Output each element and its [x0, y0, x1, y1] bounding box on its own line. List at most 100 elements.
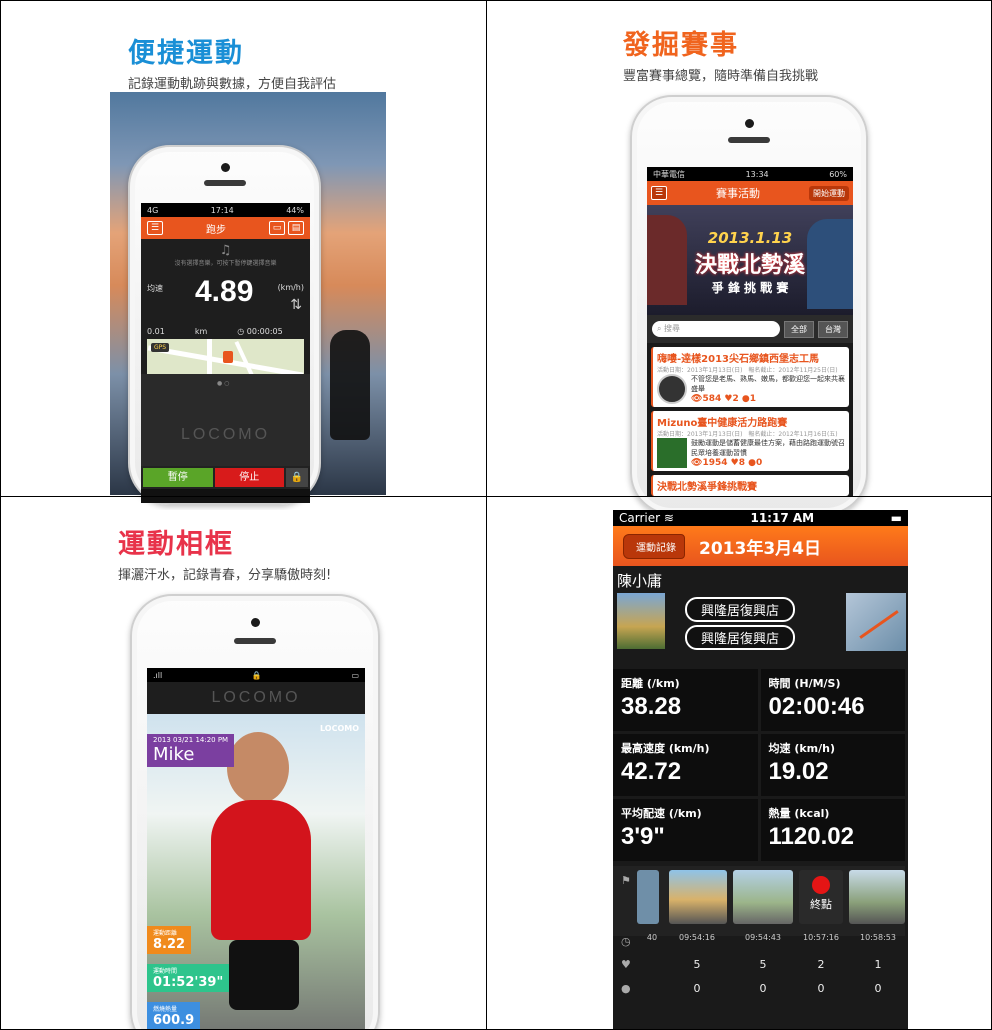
- status-time: 13:34: [745, 169, 769, 179]
- runner-silhouette: [330, 330, 370, 440]
- photo-datetime: 2013 03/21 14:20 PM: [153, 736, 229, 744]
- like-count: 2: [817, 958, 825, 971]
- stat-value: 1120.02: [768, 823, 854, 850]
- photo-frame[interactable]: LOCOMO 2013 03/21 14:20 PM Mike 運動距離 8.2…: [147, 714, 365, 1030]
- location-end: 興隆居復興店: [685, 625, 796, 650]
- calories-tag: 燃燒熱量 600.9: [147, 1002, 201, 1030]
- map-toggle-icon[interactable]: ▤: [288, 221, 304, 235]
- event-title: 嗨嘍-逹樣2013尖石鄉鎮西堡志工馬: [657, 354, 819, 365]
- menu-icon[interactable]: ☰: [651, 186, 667, 200]
- event-likes: 8: [738, 458, 745, 468]
- swap-icon[interactable]: ⇅: [290, 297, 302, 313]
- timeline-photo[interactable]: [637, 870, 659, 924]
- share-icon[interactable]: ▭: [269, 221, 285, 235]
- event-item[interactable]: 嗨嘍-逹樣2013尖石鄉鎮西堡志工馬 活動日期：2013年1月13日(日) 報名…: [651, 347, 849, 407]
- menu-icon[interactable]: ☰: [147, 221, 163, 235]
- wifi-icon: ≋: [663, 511, 674, 525]
- eye-icon: 👁: [691, 394, 703, 404]
- timeline-times: ◷ 40 09:54:16 09:54:43 10:57:16 10:58:53: [613, 933, 905, 955]
- event-description: 鼓勵運動是儲蓄健康最佳方案，藉由路跑運動號召民眾培養運動習慣: [691, 439, 845, 457]
- status-battery: 60%: [829, 169, 847, 179]
- record-photo[interactable]: [617, 593, 665, 649]
- battery-icon: ▬: [890, 511, 902, 525]
- stop-button[interactable]: 停止: [214, 468, 284, 487]
- filter-taiwan[interactable]: 台灣: [818, 320, 848, 338]
- like-count: 5: [693, 958, 701, 971]
- speaker-grille: [728, 137, 770, 143]
- search-icon: ⌕: [657, 324, 665, 333]
- endpoint-marker[interactable]: 終點: [799, 870, 843, 924]
- event-item[interactable]: 決戰北勢溪爭鋒挑戰賽: [651, 475, 849, 496]
- panel-events-subtitle: 豐富賽事總覽，隨時準備自我挑戰: [623, 69, 819, 84]
- speed-label: 均速: [147, 284, 163, 293]
- photo-timeline[interactable]: ⚑ 終點: [613, 866, 905, 936]
- stat-label: 距離 (/km): [621, 677, 680, 690]
- event-views: 1954: [702, 458, 728, 468]
- music-note-icon[interactable]: ♫: [141, 239, 310, 258]
- stat-label: 平均配速 (/km): [621, 807, 702, 820]
- user-tag: 2013 03/21 14:20 PM Mike: [147, 734, 235, 767]
- back-button[interactable]: 運動記錄: [623, 533, 685, 559]
- timeline-time: 40: [646, 933, 658, 942]
- camera-icon: [220, 163, 230, 172]
- event-banner[interactable]: 2013.1.13 決戰北勢溪 爭 鋒 挑 戰 賽: [647, 205, 853, 315]
- gps-badge: GPS: [151, 343, 170, 352]
- phone-run: 4G 17:14 44% ☰ 跑步 ▭ ▤ ♫ 沒有選擇音樂，可按下暫停鍵選擇音…: [128, 145, 321, 505]
- comment-icon: ●: [741, 394, 750, 404]
- music-hint: 沒有選擇音樂，可按下暫停鍵選擇音樂: [174, 260, 277, 267]
- stat-value: 38.28: [621, 693, 682, 720]
- eye-icon: 👁: [691, 458, 703, 468]
- panel-events-title: 發掘賽事: [623, 30, 739, 61]
- user-name: Mike: [153, 744, 195, 765]
- flag-icon: ⚑: [621, 874, 631, 887]
- panel-frame-subtitle: 揮灑汗水，記錄青春，分享驕傲時刻!: [118, 568, 332, 583]
- speed-value: 4.89: [195, 275, 254, 308]
- stat-calories: 熱量 (kcal) 1120.02: [760, 799, 905, 861]
- distance-label: 運動距離: [153, 930, 178, 937]
- search-placeholder: 搜尋: [664, 324, 681, 333]
- runner-head: [227, 732, 289, 804]
- run-header-title: 跑步: [206, 224, 226, 236]
- location-pill[interactable]: 興隆居復興店: [685, 597, 796, 622]
- runner-shirt: [211, 800, 311, 940]
- timeline-time: 09:54:16: [679, 933, 715, 942]
- camera-icon: [251, 618, 260, 627]
- status-bar: Carrier ≋ 11:17 AM ▬: [613, 510, 908, 526]
- run-stats: ♫ 沒有選擇音樂，可按下暫停鍵選擇音樂 均速 4.89 (km/h) ⇅ 0.0…: [141, 239, 310, 399]
- timeline-photo[interactable]: [849, 870, 905, 924]
- status-bar: 4G 17:14 44%: [141, 203, 310, 217]
- heart-icon: ♥: [730, 458, 739, 468]
- comment-count: 0: [874, 982, 882, 995]
- event-logo: [657, 374, 687, 404]
- endpoint-label: 終點: [810, 898, 832, 911]
- run-controls: 暫停 停止 🔒: [141, 466, 310, 489]
- frame-screen: .ıll 🔒 ▭ LOCOMO LOCOMO 2013 03/21 14:20 PM…: [147, 668, 365, 1030]
- stat-value: 02:00:46: [768, 693, 865, 720]
- status-carrier: 4G: [147, 205, 159, 215]
- route-map-thumbnail[interactable]: [846, 593, 906, 651]
- events-header: ☰ 賽事活動 開始運動: [647, 181, 853, 205]
- stat-time: 時間 (H/M/S) 02:00:46: [760, 669, 905, 731]
- pause-button[interactable]: 暫停: [143, 468, 213, 487]
- event-item[interactable]: Mizuno臺中健康活力路跑賽 活動日期：2013年1月13日(日) 報名截止：…: [651, 411, 849, 471]
- timeline-photo[interactable]: [669, 870, 727, 924]
- calories-value: 600.9: [153, 1013, 195, 1028]
- status-carrier: Carrier: [619, 511, 661, 525]
- start-exercise-button[interactable]: 開始運動: [809, 185, 849, 201]
- nav-bar: 運動記錄 2013年3月4日: [613, 526, 908, 566]
- timeline-comments: ● 0 0 0 0: [613, 982, 905, 1004]
- phone-frame: .ıll 🔒 ▭ LOCOMO LOCOMO 2013 03/21 14:20 PM…: [130, 594, 380, 1030]
- search-input[interactable]: ⌕ 搜尋: [652, 321, 780, 337]
- search-bar: ⌕ 搜尋 全部 台灣: [647, 315, 853, 343]
- calories-label: 燃燒熱量: [153, 1006, 178, 1013]
- filter-all[interactable]: 全部: [784, 320, 814, 338]
- status-time: 17:14: [210, 205, 234, 215]
- timeline-photo[interactable]: [733, 870, 793, 924]
- status-time: 11:17 AM: [750, 511, 815, 525]
- panel-events-header: 發掘賽事 豐富賽事總覽，隨時準備自我挑戰: [623, 23, 818, 84]
- camera-icon: [745, 119, 754, 128]
- distance-unit: km: [194, 327, 208, 336]
- lock-icon[interactable]: 🔒: [286, 468, 308, 487]
- brand-logo: LOCOMO: [211, 689, 301, 706]
- location-pill[interactable]: 興隆居復興店: [685, 625, 796, 650]
